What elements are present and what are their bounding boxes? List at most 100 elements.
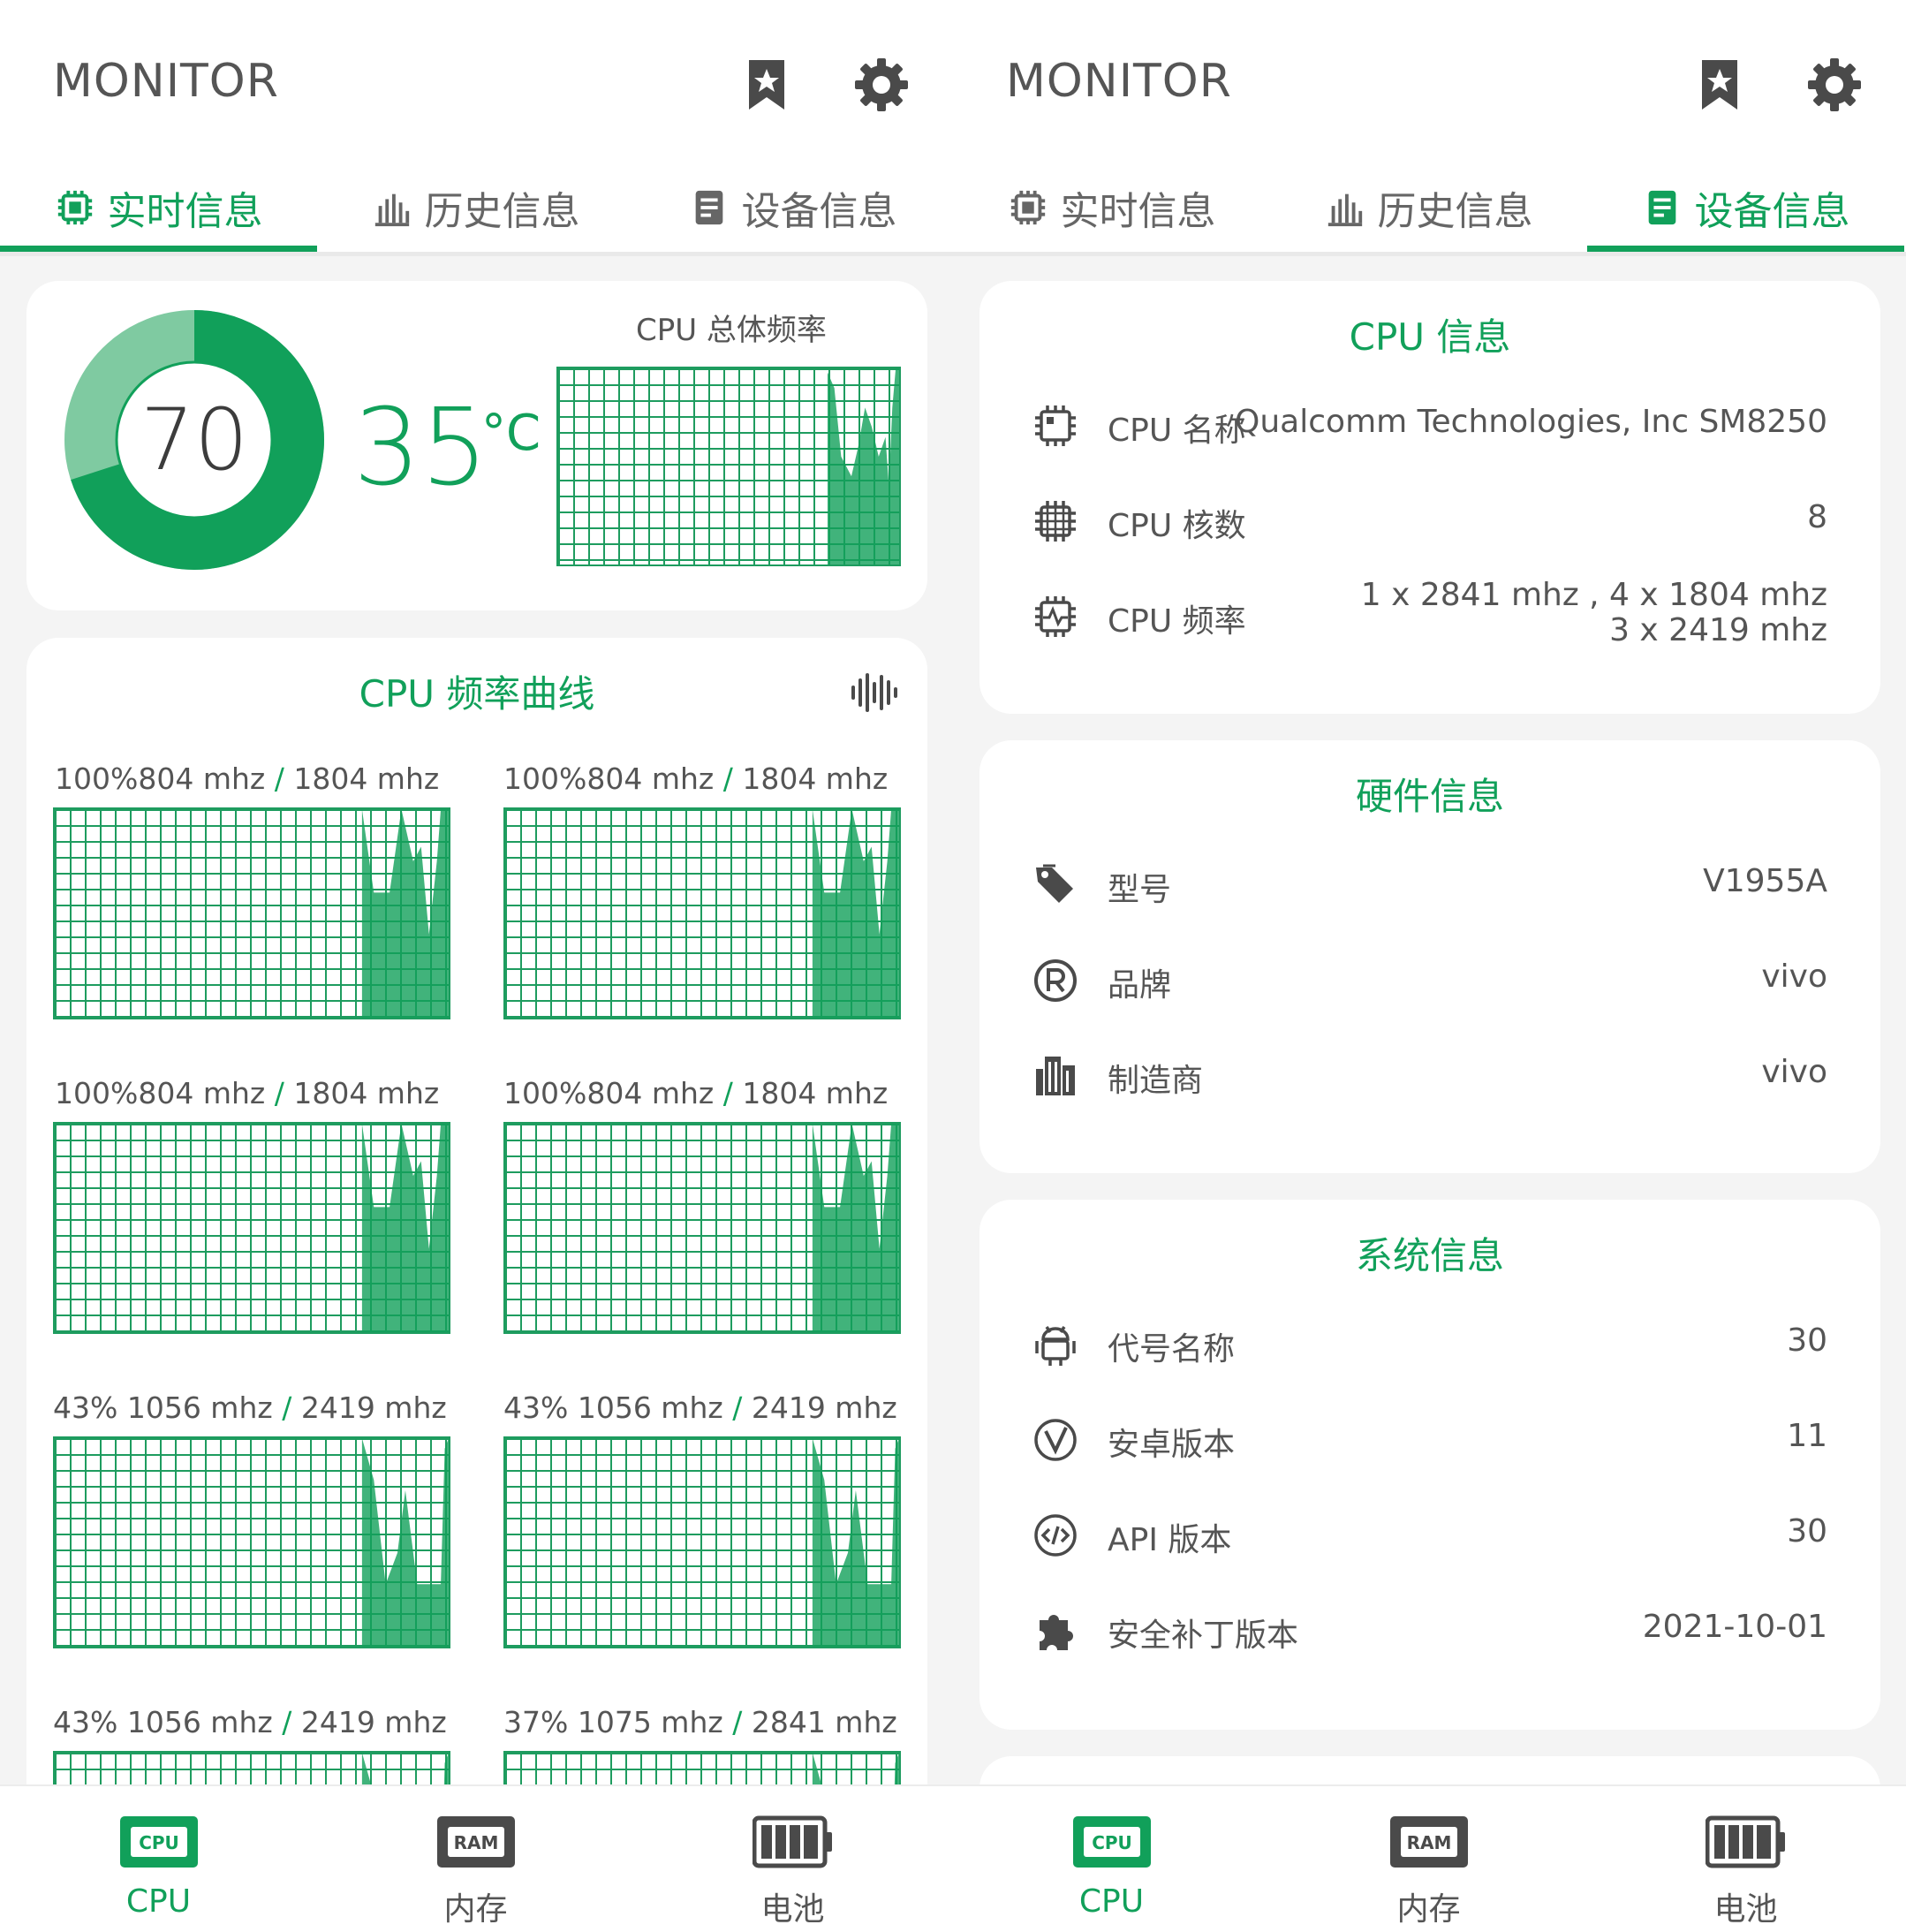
code-icon — [1034, 1514, 1077, 1557]
svg-text:RAM: RAM — [1407, 1832, 1452, 1853]
card-title: CPU 频率曲线 — [359, 672, 595, 716]
gauge-value: 70 — [140, 390, 249, 489]
hardware-info-card: 硬件信息 型号 V1955A 品牌 vivo 制造商 vivo — [979, 740, 1880, 1173]
nav-memory[interactable]: RAM 内存 — [1270, 1786, 1587, 1932]
nav-battery[interactable]: 电池 — [1587, 1786, 1904, 1932]
nav-label: 电池 — [760, 1891, 825, 1928]
core-5-graph — [503, 1436, 901, 1648]
document-icon — [695, 190, 722, 225]
registered-icon — [1034, 959, 1077, 1002]
nav-label: 内存 — [1396, 1891, 1461, 1928]
core-max: 2841 mhz — [751, 1705, 897, 1739]
gear-icon[interactable] — [1806, 57, 1863, 113]
tab-label: 设备信息 — [741, 189, 897, 234]
building-icon — [1036, 1057, 1075, 1095]
tab-realtime[interactable]: 实时信息 — [0, 163, 317, 252]
core-max: 1804 mhz — [742, 761, 889, 796]
row-value: 11 — [1787, 1418, 1827, 1454]
manufacturer-row: 制造商 vivo — [979, 1037, 1880, 1108]
bookmark-star-icon[interactable] — [1691, 57, 1748, 113]
core-current: 43% 1056 mhz — [503, 1390, 723, 1425]
realtime-screen: MONITOR 实时信息 历史信息 设备信息 70 35 °C CPU 总体频率… — [0, 0, 953, 1932]
tab-device[interactable]: 设备信息 — [634, 163, 951, 252]
app-title: MONITOR — [53, 55, 279, 108]
tab-label: 实时信息 — [1060, 189, 1216, 234]
row-label: 型号 — [1108, 872, 1172, 908]
nav-battery[interactable]: 电池 — [634, 1786, 951, 1932]
tab-history[interactable]: 历史信息 — [1270, 163, 1587, 252]
nav-memory[interactable]: RAM 内存 — [317, 1786, 634, 1932]
row-label: CPU 频率 — [1108, 603, 1246, 640]
cpu-info-card: CPU 信息 CPU 名称 Qualcomm Technologies, Inc… — [979, 281, 1880, 714]
row-value: 30 — [1787, 1513, 1827, 1549]
tab-divider — [953, 252, 1906, 256]
app-bar: MONITOR 实时信息 历史信息 设备信息 — [953, 0, 1906, 252]
core-max: 2419 mhz — [300, 1705, 447, 1739]
svg-text:RAM: RAM — [454, 1832, 499, 1853]
puzzle-icon — [1040, 1615, 1073, 1650]
core-3-graph — [503, 1122, 901, 1334]
tab-label: 历史信息 — [424, 189, 580, 234]
row-label: API 版本 — [1108, 1522, 1232, 1558]
row-label: 代号名称 — [1108, 1331, 1236, 1368]
core-0-graph — [53, 807, 450, 1019]
tab-bar: 实时信息 历史信息 设备信息 — [0, 163, 953, 252]
nav-label: CPU — [1078, 1883, 1145, 1920]
cpu-usage-gauge: 70 — [53, 299, 336, 581]
tab-label: 设备信息 — [1694, 189, 1850, 234]
battery-icon — [1706, 1815, 1785, 1868]
core-6-label: 43% 1056 mhz / 2419 mhz — [53, 1705, 447, 1739]
tab-realtime[interactable]: 实时信息 — [953, 163, 1270, 252]
device-info-screen: MONITOR 实时信息 历史信息 设备信息 CPU 信息 CPU 名称 Qua… — [953, 0, 1906, 1932]
core-max: 1804 mhz — [742, 1076, 889, 1110]
row-label: CPU 核数 — [1108, 508, 1246, 544]
core-current: 100%804 mhz — [55, 1076, 266, 1110]
cpu-frequency-row: CPU 频率 1 x 2841 mhz , 4 x 1804 mhz 3 x 2… — [979, 578, 1880, 675]
slash: / — [282, 1390, 292, 1425]
v-circle-icon — [1034, 1419, 1077, 1461]
core-1-label: 100%804 mhz / 1804 mhz — [503, 761, 888, 796]
brand-row: 品牌 vivo — [979, 942, 1880, 1012]
core-max: 1804 mhz — [293, 1076, 440, 1110]
total-frequency-graph — [556, 367, 901, 566]
core-area — [361, 1124, 449, 1332]
bookmark-star-icon[interactable] — [738, 57, 795, 113]
core-3-label: 100%804 mhz / 1804 mhz — [503, 1076, 888, 1110]
row-value: 30 — [1787, 1322, 1827, 1359]
card-title: 硬件信息 — [1355, 775, 1504, 818]
tab-indicator — [0, 246, 317, 252]
nav-cpu[interactable]: CPU CPU — [0, 1786, 317, 1932]
tab-bar: 实时信息 历史信息 设备信息 — [953, 163, 1906, 252]
nav-label: 电池 — [1713, 1891, 1778, 1928]
frequency-curve-card: CPU 频率曲线 100%804 mhz / 1804 mhz 100%804 … — [26, 638, 927, 1932]
waveform-icon[interactable] — [850, 670, 901, 716]
overview-card: 70 35 °C CPU 总体频率 — [26, 281, 927, 610]
svg-text:CPU: CPU — [1092, 1832, 1132, 1853]
row-label: 品牌 — [1108, 967, 1172, 1004]
cpu-icon: CPU — [1073, 1816, 1151, 1868]
core-current: 43% 1056 mhz — [53, 1705, 273, 1739]
row-label: CPU 名称 — [1108, 413, 1246, 449]
cpu-name-row: CPU 名称 Qualcomm Technologies, Inc SM8250 — [979, 387, 1880, 458]
nav-cpu[interactable]: CPU CPU — [953, 1786, 1270, 1932]
document-icon — [1648, 190, 1675, 225]
bottom-navigation: CPU CPU RAM 内存 电池 — [953, 1784, 1906, 1932]
row-label: 安卓版本 — [1108, 1427, 1236, 1463]
app-title: MONITOR — [1006, 55, 1232, 108]
chip-icon — [57, 190, 92, 225]
core-5-label: 43% 1056 mhz / 2419 mhz — [503, 1390, 897, 1425]
gear-icon[interactable] — [853, 57, 910, 113]
battery-icon — [753, 1815, 832, 1868]
bottom-navigation: CPU CPU RAM 内存 电池 — [0, 1784, 953, 1932]
tab-label: 历史信息 — [1377, 189, 1533, 234]
system-info-card: 系统信息 代号名称 30 安卓版本 11 API 版本 30 安全补丁版本 20… — [979, 1200, 1880, 1730]
temperature-value: 35 — [353, 387, 488, 510]
api-version-row: API 版本 30 — [979, 1496, 1880, 1567]
tab-divider — [0, 252, 953, 256]
tab-history[interactable]: 历史信息 — [317, 163, 634, 252]
tab-device[interactable]: 设备信息 — [1587, 163, 1904, 252]
ram-icon: RAM — [437, 1816, 515, 1868]
row-value: 8 — [1807, 499, 1827, 535]
slash: / — [722, 1076, 733, 1110]
chip-icon — [1010, 190, 1045, 225]
